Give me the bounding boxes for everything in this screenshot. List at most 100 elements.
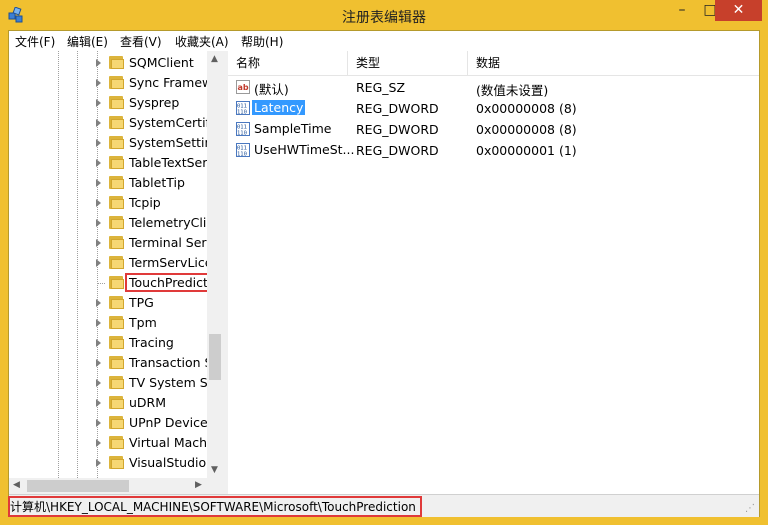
tree-item-label: Terminal Serv [129,235,214,250]
tree-item[interactable]: TPG [9,293,209,313]
tree-item[interactable]: TabletTip [9,173,209,193]
expand-arrow-icon[interactable] [96,439,101,447]
tree-horizontal-scrollbar[interactable]: ◀ ▶ [9,478,223,494]
column-header-name[interactable]: 名称 [228,51,348,75]
folder-icon [109,436,125,449]
tree-item[interactable]: SystemCertific [9,113,220,133]
tree-vertical-scroll-thumb[interactable] [209,334,221,380]
tree-item[interactable]: uDRM [9,393,209,413]
tree-item[interactable]: Sync Framewo [9,73,220,93]
menu-edit[interactable]: 编辑(E) [67,33,108,50]
tree-item[interactable]: TV System Se [9,373,215,393]
tree-item[interactable]: Tracing [9,333,209,353]
scroll-left-arrow-icon[interactable]: ◀ [13,480,20,490]
scroll-down-arrow-icon[interactable]: ▼ [211,465,218,475]
tree-item-label: Virtual Machi [129,435,211,450]
scroll-right-arrow-icon[interactable]: ▶ [195,480,202,490]
close-button[interactable]: ✕ [715,0,762,21]
column-header-data[interactable]: 数据 [468,51,759,75]
expand-arrow-icon[interactable] [96,459,101,467]
registry-key-tree[interactable]: SQMClient Sync Framewo Sysprep SystemCertif… [9,51,223,494]
value-name: UseHWTimeSt... [254,142,355,157]
expand-arrow-icon[interactable] [96,339,101,347]
folder-icon [109,416,125,429]
expand-arrow-icon[interactable] [96,119,101,127]
svg-text:110: 110 [237,152,247,158]
folder-icon [109,136,125,149]
menu-file[interactable]: 文件(F) [15,33,55,50]
tree-item[interactable]: VisualStudio [9,453,209,473]
tree-item[interactable]: TableTextServ [9,153,215,173]
expand-arrow-icon[interactable] [96,259,101,267]
folder-icon [109,76,125,89]
column-header-type[interactable]: 类型 [348,51,468,75]
value-data: 0x00000008 (8) [476,122,577,137]
tree-item[interactable]: TermServLice [9,253,213,273]
expand-arrow-icon[interactable] [96,139,101,147]
value-row[interactable]: 011 110 SampleTime REG_DWORD 0x00000008 (8) [228,119,759,140]
folder-icon [109,56,125,69]
value-type: REG_DWORD [356,101,439,116]
folder-icon [109,396,125,409]
tree-connector [97,283,105,284]
tree-item[interactable]: Terminal Serv [9,233,214,253]
tree-item-label: uDRM [129,395,167,410]
folder-icon [109,276,125,289]
client-area: 文件(F) 编辑(E) 查看(V) 收藏夹(A) 帮助(H) SQMClient… [8,30,760,517]
value-row[interactable]: ab (默认) REG_SZ (数值未设置) [228,77,759,98]
title-bar[interactable]: 注册表编辑器 – □ ✕ [0,0,768,30]
expand-arrow-icon[interactable] [96,79,101,87]
expand-arrow-icon[interactable] [96,99,101,107]
expand-arrow-icon[interactable] [96,159,101,167]
tree-item[interactable]: Sysprep [9,93,209,113]
tree-item-label: TermServLice [129,255,213,270]
tree-item-label: Tpm [129,315,157,330]
folder-icon [109,176,125,189]
binary-value-icon: 011110 [236,122,250,136]
menu-favorites[interactable]: 收藏夹(A) [175,33,229,50]
value-row[interactable]: 011 110 Latency REG_DWORD 0x00000008 (8) [228,98,759,119]
tree-vertical-scrollbar[interactable]: ▲ ▼ [207,51,223,478]
folder-icon [109,296,125,309]
expand-arrow-icon[interactable] [96,219,101,227]
tree-item[interactable]: SystemSetting [9,133,220,153]
binary-value-icon: 011110 [236,143,250,157]
expand-arrow-icon[interactable] [96,179,101,187]
value-row[interactable]: 011 110 UseHWTimeSt... REG_DWORD 0x00000001 … [228,140,759,161]
tree-item-label: TPG [129,295,154,310]
registry-value-list[interactable]: 名称 类型 数据 ab (默认) REG_SZ (数值未设置) 011 110 Latenc… [228,51,759,494]
tree-item[interactable]: UPnP Device [9,413,209,433]
expand-arrow-icon[interactable] [96,359,101,367]
expand-arrow-icon[interactable] [96,239,101,247]
tree-item[interactable]: Transaction S [9,353,212,373]
expand-arrow-icon[interactable] [96,299,101,307]
expand-arrow-icon[interactable] [96,199,101,207]
folder-icon [109,116,125,129]
value-data: 0x00000008 (8) [476,101,577,116]
expand-arrow-icon[interactable] [96,399,101,407]
folder-icon [109,156,125,169]
folder-icon [109,456,125,469]
tree-item[interactable]: Virtual Machi [9,433,211,453]
expand-arrow-icon[interactable] [96,319,101,327]
menu-help[interactable]: 帮助(H) [241,33,283,50]
svg-text:ab: ab [238,83,249,92]
expand-arrow-icon[interactable] [96,59,101,67]
resize-grip-icon[interactable]: ⋰ [745,503,755,514]
expand-arrow-icon[interactable] [96,379,101,387]
menu-view[interactable]: 查看(V) [120,33,162,50]
tree-horizontal-scroll-thumb[interactable] [27,480,129,492]
value-name: Latency [252,100,306,115]
tree-item-label: TV System Se [129,375,216,390]
folder-icon [109,316,125,329]
tree-item[interactable]: TelemetryClie [9,213,214,233]
scroll-up-arrow-icon[interactable]: ▲ [211,54,218,64]
folder-icon [109,376,125,389]
tree-item[interactable]: TouchPredict [9,273,212,293]
expand-arrow-icon[interactable] [96,419,101,427]
tree-item[interactable]: Tcpip [9,193,209,213]
registry-path: 计算机\HKEY_LOCAL_MACHINE\SOFTWARE\Microsof… [8,496,422,517]
folder-icon [109,356,125,369]
tree-item[interactable]: SQMClient [9,53,209,73]
tree-item[interactable]: Tpm [9,313,209,333]
